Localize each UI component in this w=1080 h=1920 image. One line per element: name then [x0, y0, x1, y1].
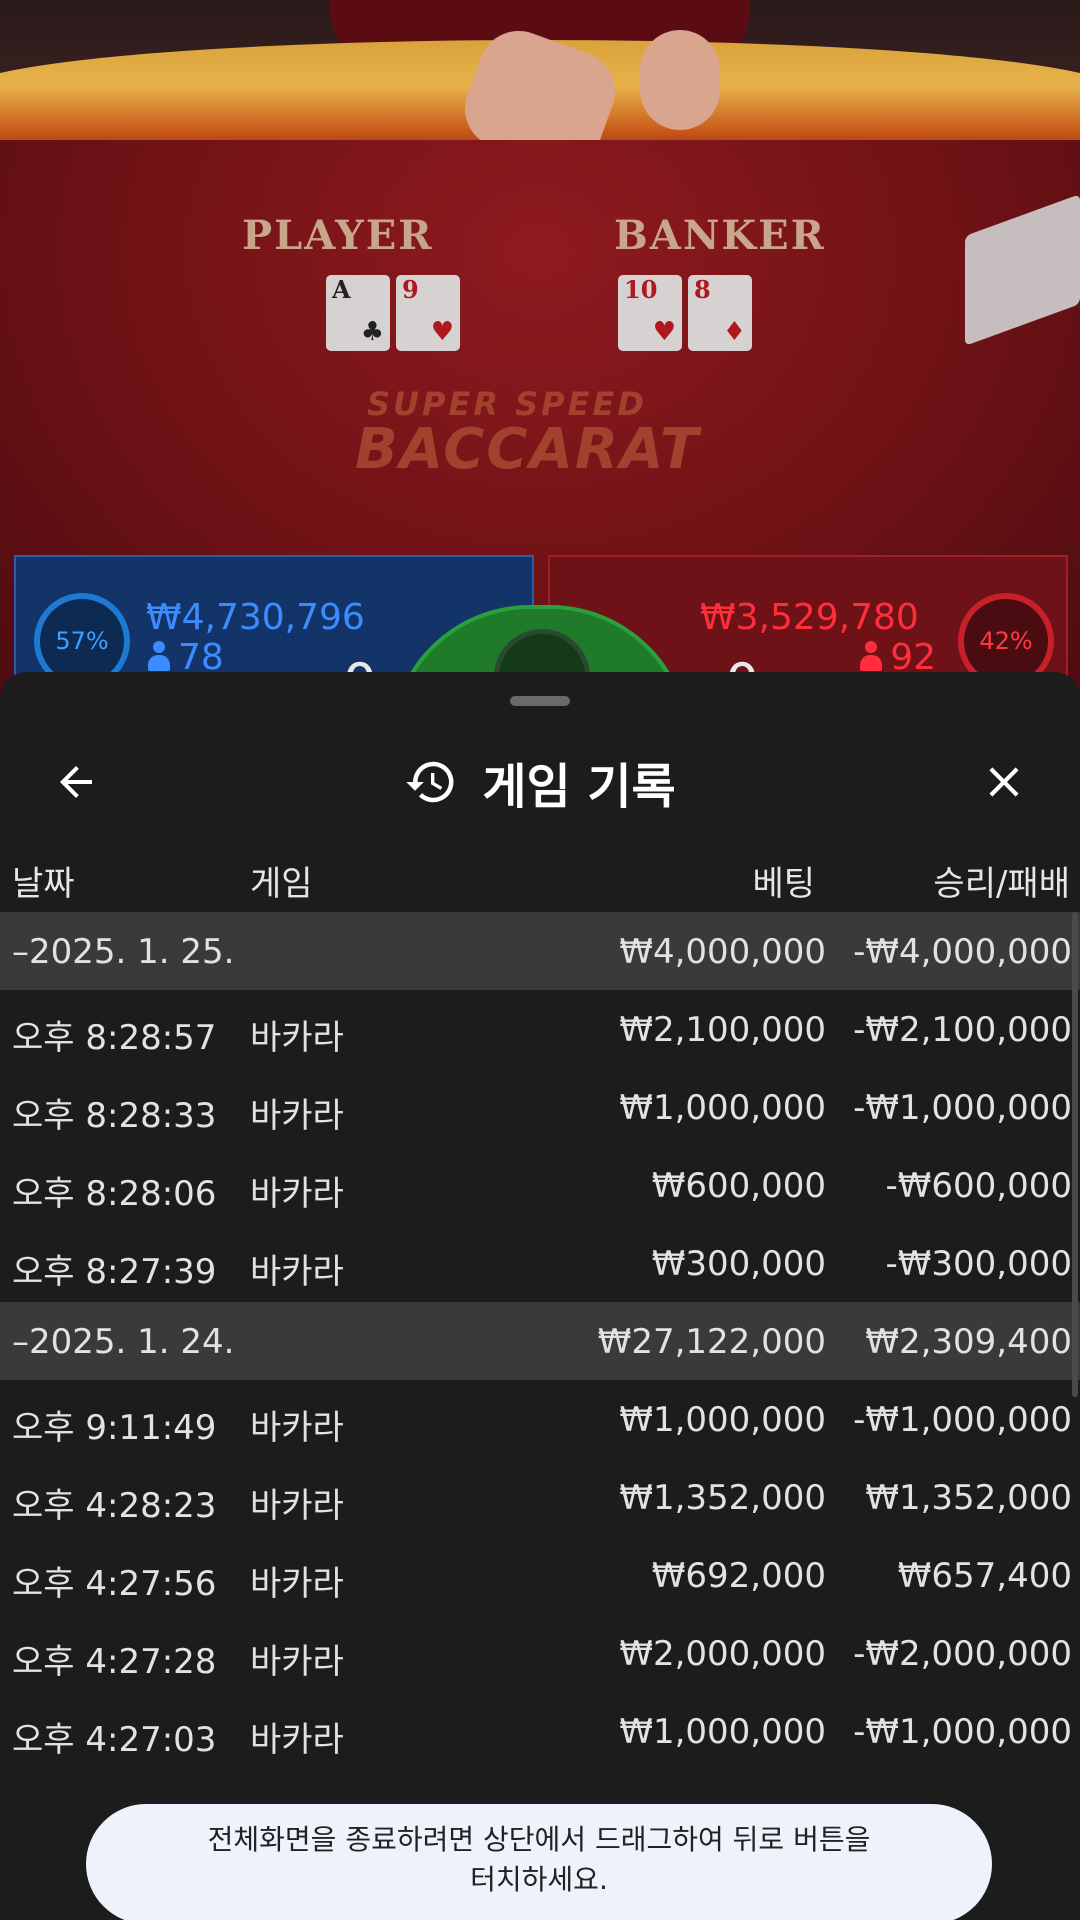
back-button[interactable] — [40, 750, 112, 814]
row-bet: ₩2,100,000 — [619, 1010, 826, 1050]
row-game: 바카라 — [250, 1018, 344, 1058]
game-history-sheet: 게임 기록 날짜 게임 베팅 승리/패배 –2025. 1. 25. ₩4,00… — [0, 672, 1080, 1920]
date-group-row[interactable]: –2025. 1. 24. ₩27,122,000 ₩2,309,400 — [0, 1302, 1080, 1380]
card-rank: A — [332, 275, 351, 304]
title-wrap: 게임 기록 — [0, 732, 1080, 832]
sheet-title: 게임 기록 — [482, 759, 676, 815]
row-bet: ₩1,000,000 — [619, 1712, 826, 1752]
date-group-row[interactable]: –2025. 1. 25. ₩4,000,000 -₩4,000,000 — [0, 912, 1080, 990]
person-icon — [860, 641, 883, 671]
table-header: 날짜 게임 베팅 승리/패배 — [0, 840, 1080, 910]
row-bet: ₩1,352,000 — [619, 1478, 826, 1518]
group-bet-total: ₩4,000,000 — [619, 932, 826, 972]
row-game: 바카라 — [250, 1408, 344, 1448]
row-time: 오후 4:27:03 — [12, 1720, 217, 1760]
sheet-header: 게임 기록 — [0, 732, 1080, 832]
column-result: 승리/패배 — [933, 864, 1070, 904]
row-result: ₩1,352,000 — [865, 1478, 1072, 1518]
row-bet: ₩300,000 — [651, 1244, 826, 1284]
row-game: 바카라 — [250, 1486, 344, 1526]
row-result: -₩300,000 — [885, 1244, 1073, 1284]
row-game: 바카라 — [250, 1252, 344, 1292]
row-result: ₩657,400 — [897, 1556, 1072, 1596]
group-date: –2025. 1. 25. — [12, 932, 235, 972]
history-list[interactable]: –2025. 1. 25. ₩4,000,000 -₩4,000,000 오후 … — [0, 912, 1080, 1770]
group-result-total: -₩4,000,000 — [853, 932, 1072, 972]
banker-card: 10 ♥ — [618, 275, 682, 351]
banker-bet-amount: ₩3,529,780 — [700, 597, 919, 638]
history-row[interactable]: 오후 8:28:06 바카라 ₩600,000 -₩600,000 — [0, 1146, 1080, 1224]
row-time: 오후 9:11:49 — [12, 1408, 217, 1448]
player-card: 9 ♥ — [396, 275, 460, 351]
history-row[interactable]: 오후 4:27:28 바카라 ₩2,000,000 -₩2,000,000 — [0, 1614, 1080, 1692]
logo-line-2: BACCARAT — [355, 417, 701, 482]
arrow-left-icon — [60, 766, 92, 798]
fullscreen-exit-toast: 전체화면을 종료하려면 상단에서 드래그하여 뒤로 버튼을 터치하세요. — [86, 1804, 992, 1920]
game-logo: SUPER SPEED BACCARAT — [355, 385, 700, 482]
close-button[interactable] — [968, 750, 1040, 814]
row-result: -₩600,000 — [885, 1166, 1073, 1206]
row-time: 오후 8:28:33 — [12, 1096, 217, 1136]
column-date: 날짜 — [12, 864, 75, 904]
history-row[interactable]: 오후 9:11:49 바카라 ₩1,000,000 -₩1,000,000 — [0, 1380, 1080, 1458]
hearts-icon: ♥ — [652, 317, 676, 347]
row-time: 오후 4:28:23 — [12, 1486, 217, 1526]
card-rank: 8 — [694, 275, 711, 304]
row-time: 오후 8:27:39 — [12, 1252, 217, 1292]
row-time: 오후 8:28:57 — [12, 1018, 217, 1058]
group-bet-total: ₩27,122,000 — [597, 1322, 826, 1362]
history-row[interactable]: 오후 8:27:39 바카라 ₩300,000 -₩300,000 — [0, 1224, 1080, 1302]
row-time: 오후 4:27:28 — [12, 1642, 217, 1682]
history-row[interactable]: 오후 8:28:33 바카라 ₩1,000,000 -₩1,000,000 — [0, 1068, 1080, 1146]
row-bet: ₩2,000,000 — [619, 1634, 826, 1674]
toast-line-2: 터치하세요. — [470, 1863, 608, 1896]
person-icon — [148, 641, 170, 671]
row-game: 바카라 — [250, 1564, 344, 1604]
card-rank: 9 — [402, 275, 419, 304]
row-time: 오후 8:28:06 — [12, 1174, 217, 1214]
sheet-drag-handle[interactable] — [510, 696, 570, 706]
diamonds-icon: ♦ — [722, 317, 746, 347]
row-bet: ₩1,000,000 — [619, 1400, 826, 1440]
column-game: 게임 — [250, 864, 313, 904]
clubs-icon: ♣ — [360, 317, 384, 347]
history-row[interactable]: 오후 8:28:57 바카라 ₩2,100,000 -₩2,100,000 — [0, 990, 1080, 1068]
history-row[interactable]: 오후 4:28:23 바카라 ₩1,352,000 ₩1,352,000 — [0, 1458, 1080, 1536]
close-icon — [989, 767, 1019, 797]
history-row[interactable]: 오후 4:27:56 바카라 ₩692,000 ₩657,400 — [0, 1536, 1080, 1614]
row-bet: ₩692,000 — [651, 1556, 826, 1596]
hearts-icon: ♥ — [430, 317, 454, 347]
group-result-total: ₩2,309,400 — [865, 1322, 1072, 1362]
row-game: 바카라 — [250, 1096, 344, 1136]
row-game: 바카라 — [250, 1720, 344, 1760]
banker-label: BANKER — [614, 212, 826, 259]
row-bet: ₩600,000 — [651, 1166, 826, 1206]
history-icon — [406, 761, 454, 803]
card-rank: 10 — [624, 275, 658, 304]
scrollbar[interactable] — [1072, 912, 1078, 1397]
dealer-hand — [640, 30, 720, 130]
row-game: 바카라 — [250, 1174, 344, 1214]
live-game-video: PLAYER BANKER A ♣ 9 ♥ 10 ♥ 8 ♦ SUPER SPE… — [0, 0, 1080, 700]
player-label: PLAYER — [242, 212, 434, 259]
history-row[interactable]: 오후 4:27:03 바카라 ₩1,000,000 -₩1,000,000 — [0, 1692, 1080, 1770]
row-time: 오후 4:27:56 — [12, 1564, 217, 1604]
row-bet: ₩1,000,000 — [619, 1088, 826, 1128]
row-result: -₩2,000,000 — [853, 1634, 1072, 1674]
group-date: –2025. 1. 24. — [12, 1322, 235, 1362]
row-game: 바카라 — [250, 1642, 344, 1682]
row-result: -₩1,000,000 — [853, 1088, 1072, 1128]
row-result: -₩1,000,000 — [853, 1712, 1072, 1752]
row-result: -₩2,100,000 — [853, 1010, 1072, 1050]
player-bet-amount: ₩4,730,796 — [146, 597, 365, 638]
row-result: -₩1,000,000 — [853, 1400, 1072, 1440]
banker-card: 8 ♦ — [688, 275, 752, 351]
column-bet: 베팅 — [752, 864, 815, 904]
toast-line-1: 전체화면을 종료하려면 상단에서 드래그하여 뒤로 버튼을 — [207, 1823, 871, 1856]
player-card: A ♣ — [326, 275, 390, 351]
